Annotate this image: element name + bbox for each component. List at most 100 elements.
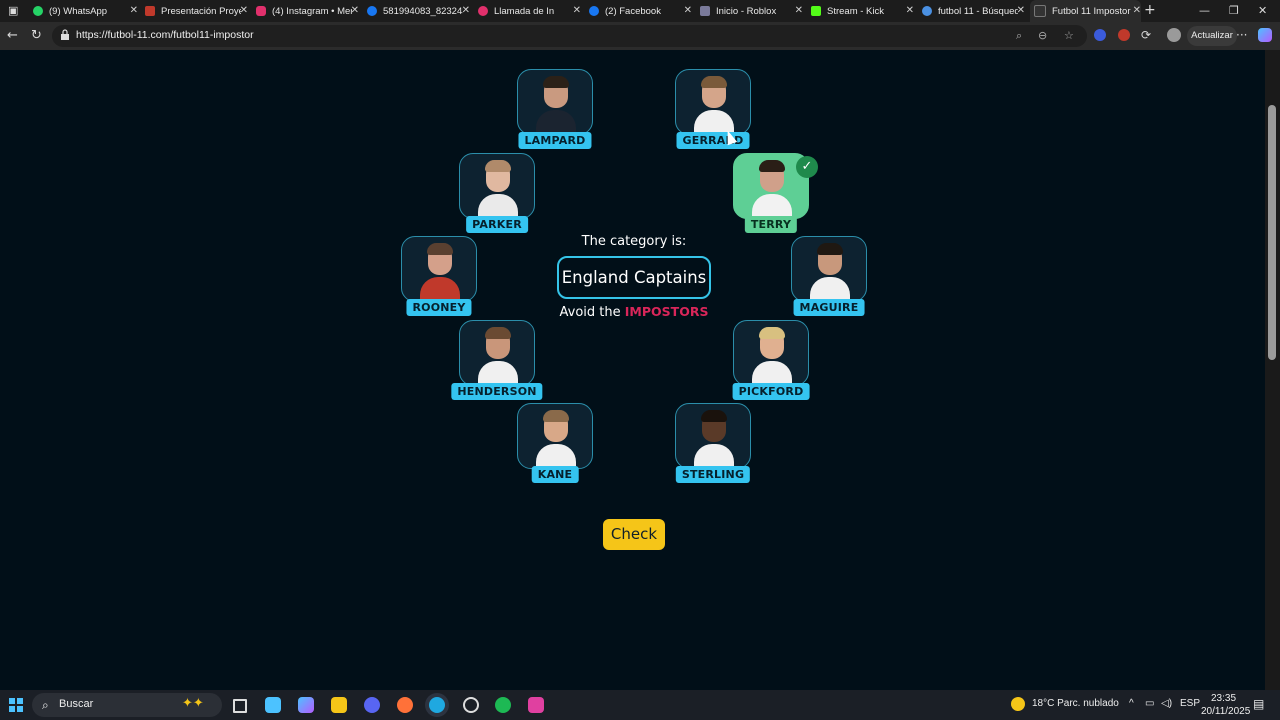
store-icon[interactable] xyxy=(265,697,281,713)
clock-time[interactable]: 23:35 xyxy=(1211,693,1236,704)
reading-mode-icon[interactable]: ⊖ xyxy=(1038,29,1047,42)
tab-label: (2) Facebook xyxy=(605,5,661,17)
weather-icon[interactable] xyxy=(1011,697,1025,711)
player-card-pickford[interactable]: PICKFORD xyxy=(732,320,810,400)
tab-label: Inicio - Roblox xyxy=(716,5,777,17)
language-indicator[interactable]: ESP xyxy=(1180,698,1200,709)
player-card-parker[interactable]: PARKER xyxy=(459,153,535,233)
player-name: PARKER xyxy=(466,216,528,233)
check-button[interactable]: Check xyxy=(603,519,665,550)
windows-start-icon[interactable] xyxy=(9,698,23,712)
minimize-icon[interactable]: — xyxy=(1199,4,1210,17)
app-icon[interactable] xyxy=(463,697,479,713)
close-icon[interactable]: ✕ xyxy=(1017,5,1025,16)
tab-roblox[interactable]: Inicio - Roblox ✕ xyxy=(700,0,803,22)
player-photo xyxy=(420,243,460,303)
player-card-henderson[interactable]: HENDERSON xyxy=(451,320,543,400)
player-name: STERLING xyxy=(675,466,751,483)
tab-llamada[interactable]: Llamada de In ✕ xyxy=(478,0,581,22)
more-icon[interactable]: ··· xyxy=(1236,28,1247,42)
search-icon xyxy=(922,6,932,16)
roblox-icon xyxy=(700,6,710,16)
instagram-icon xyxy=(478,6,488,16)
discord-icon[interactable] xyxy=(364,697,380,713)
sparkle-icon: ✦✦ xyxy=(182,696,204,711)
firefox-icon[interactable] xyxy=(397,697,413,713)
tab-futbol11-impostor[interactable]: Futbol 11 Impostor ✕ xyxy=(1030,0,1141,22)
tab-kick[interactable]: Stream - Kick ✕ xyxy=(811,0,914,22)
checkmark-icon: ✓ xyxy=(796,156,818,178)
extension-icon[interactable] xyxy=(1094,29,1106,41)
network-icon[interactable]: ▭ xyxy=(1145,698,1154,709)
player-name: GERRARD xyxy=(676,132,750,149)
update-button[interactable]: Actualizar xyxy=(1187,26,1237,46)
player-name: TERRY xyxy=(744,216,798,233)
close-icon[interactable]: ✕ xyxy=(573,5,581,16)
close-icon[interactable]: ✕ xyxy=(351,5,359,16)
edge-icon[interactable] xyxy=(429,697,445,713)
spotify-icon[interactable] xyxy=(495,697,511,713)
volume-icon[interactable]: ◁) xyxy=(1161,698,1172,709)
player-card-maguire[interactable]: MAGUIRE xyxy=(791,236,867,316)
navigation-bar: ← ↻ https://futbol-11.com/futbol11-impos… xyxy=(0,22,1280,50)
player-card-gerrard[interactable]: GERRARD xyxy=(675,69,751,149)
tab-image[interactable]: 581994083_823243 ✕ xyxy=(367,0,470,22)
player-card-rooney[interactable]: ROONEY xyxy=(401,236,477,316)
player-card-sterling[interactable]: STERLING xyxy=(675,403,751,483)
tab-facebook[interactable]: (2) Facebook ✕ xyxy=(589,0,692,22)
player-photo xyxy=(752,327,792,387)
category-label: The category is: xyxy=(581,234,687,249)
new-tab-icon[interactable]: + xyxy=(1144,2,1156,18)
player-photo xyxy=(478,327,518,387)
taskbar-search[interactable]: ⌕ Buscar ✦✦ xyxy=(32,693,222,717)
scrollbar-thumb[interactable] xyxy=(1268,105,1276,360)
close-icon[interactable]: ✕ xyxy=(684,5,692,16)
slides-icon xyxy=(145,6,155,16)
player-card-lampard[interactable]: LAMPARD xyxy=(517,69,593,149)
close-icon[interactable]: ✕ xyxy=(130,5,138,16)
category-box: England Captains xyxy=(557,256,711,299)
extensions-icon[interactable]: ⟳ xyxy=(1141,28,1151,42)
close-icon[interactable]: ✕ xyxy=(906,5,914,16)
refresh-icon[interactable]: ↻ xyxy=(31,28,42,43)
address-bar[interactable]: https://futbol-11.com/futbol11-impostor … xyxy=(52,25,1087,47)
profile-avatar[interactable] xyxy=(1167,28,1181,42)
extension-badge-icon[interactable] xyxy=(1118,29,1130,41)
file-explorer-icon[interactable] xyxy=(331,697,347,713)
notifications-icon[interactable]: ▤ xyxy=(1253,697,1264,711)
favorite-star-icon[interactable]: ☆ xyxy=(1064,29,1074,42)
zoom-icon[interactable]: ⌕ xyxy=(1016,29,1022,43)
close-icon[interactable]: ✕ xyxy=(240,5,248,16)
windows-taskbar: ⌕ Buscar ✦✦ 18°C Parc. nublado ^ ▭ ◁) ES… xyxy=(0,690,1280,720)
kick-icon xyxy=(811,6,821,16)
url-text: https://futbol-11.com/futbol11-impostor xyxy=(76,29,254,41)
tab-whatsapp[interactable]: (9) WhatsApp ✕ xyxy=(33,0,138,22)
search-icon: ⌕ xyxy=(42,698,49,712)
whatsapp-icon xyxy=(33,6,43,16)
clock-date[interactable]: 20/11/2025 xyxy=(1201,706,1250,717)
close-icon[interactable]: ✕ xyxy=(795,5,803,16)
player-card-terry[interactable]: TERRY ✓ xyxy=(733,153,818,233)
tab-busqueda[interactable]: futbol 11 - Búsqued ✕ xyxy=(922,0,1025,22)
restore-icon[interactable]: ❐ xyxy=(1229,4,1239,17)
player-photo xyxy=(694,410,734,470)
player-name: ROONEY xyxy=(406,299,472,316)
site-info-icon[interactable] xyxy=(60,29,70,41)
tab-instagram[interactable]: (4) Instagram • Men ✕ xyxy=(256,0,359,22)
tab-label: Futbol 11 Impostor xyxy=(1052,5,1131,17)
page-scrollbar[interactable] xyxy=(1265,50,1280,690)
close-icon[interactable]: ✕ xyxy=(462,5,470,16)
close-icon[interactable]: ✕ xyxy=(1133,5,1141,16)
tab-actions-icon[interactable]: ▣ xyxy=(8,4,18,17)
close-window-icon[interactable]: ✕ xyxy=(1258,4,1267,17)
chevron-up-icon[interactable]: ^ xyxy=(1129,698,1134,709)
tab-presentacion[interactable]: Presentación Proye ✕ xyxy=(145,0,248,22)
player-name: HENDERSON xyxy=(451,383,543,400)
copilot-taskbar-icon[interactable] xyxy=(298,697,314,713)
app-pink-icon[interactable] xyxy=(528,697,544,713)
player-card-kane[interactable]: KANE xyxy=(517,403,593,483)
back-icon[interactable]: ← xyxy=(7,28,18,43)
copilot-icon[interactable] xyxy=(1258,28,1272,42)
task-view-icon[interactable] xyxy=(233,699,247,713)
weather-text[interactable]: 18°C Parc. nublado xyxy=(1032,698,1119,709)
